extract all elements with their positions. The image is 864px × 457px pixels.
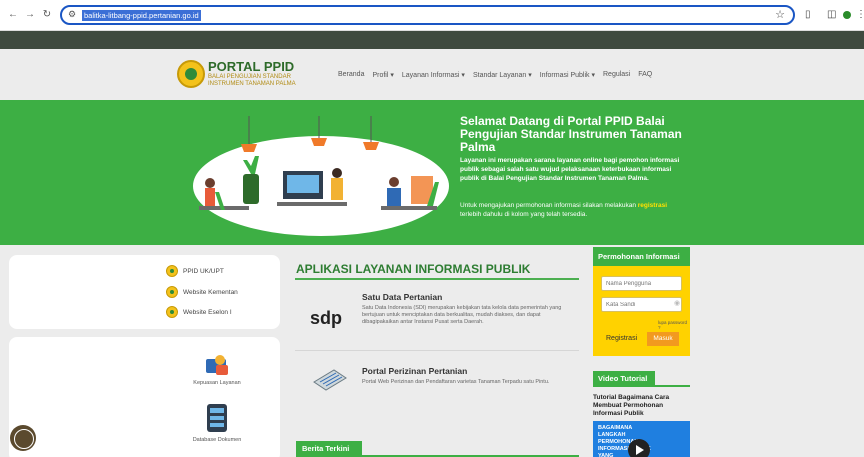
hero-description: Layanan ini merupakan sarana layanan onl… [460,157,680,182]
menu-standar-layanan[interactable]: Standar Layanan ▾ [473,71,532,79]
app-divider [295,350,579,351]
url-text[interactable]: balitka-litbang-ppid.pertanian.go.id [82,10,201,21]
video-underline [655,385,690,387]
menu-faq[interactable]: FAQ [638,71,652,79]
register-button[interactable]: Registrasi [606,335,637,342]
kementan-mini-logo-icon [166,286,178,298]
video-heading: Video Tutorial [593,371,655,387]
ppid-mini-logo-icon [166,265,178,277]
site-header: PORTAL PPID BALAI PENGUJIAN STANDAR INST… [0,49,864,100]
link-website-eselon[interactable]: Website Eselon I [166,306,232,318]
video-thumbnail[interactable]: BAGAIMANA LANGKAH PERMOHONAN INFORMASI P… [593,421,690,457]
login-button[interactable]: Masuk [647,332,679,346]
app-perizinan-title[interactable]: Portal Perizinan Pertanian [362,366,467,376]
password-input[interactable] [601,297,682,312]
links-card [9,255,280,329]
hero-note-text: Untuk mengajukan permohonan informasi si… [460,202,638,209]
menu-regulasi[interactable]: Regulasi [603,71,630,79]
app-satu-data-title[interactable]: Satu Data Pertanian [362,292,442,302]
menu-dots-icon[interactable]: ⋮ [856,9,864,20]
link-label: Website Kementan [183,288,238,296]
username-input[interactable] [601,276,682,291]
database-document-icon[interactable] [206,403,228,433]
hero-banner: Selamat Datang di Portal PPID Balai Peng… [0,100,864,245]
video-title[interactable]: Tutorial Bagaimana Cara Membuat Permohon… [593,394,693,418]
menu-profil[interactable]: Profil ▾ [372,71,393,79]
show-password-icon[interactable]: ◉ [674,299,680,307]
hero-note: Untuk mengajukan permohonan informasi si… [460,201,690,219]
extensions-icon[interactable]: ▯ [805,9,811,20]
hero-title: Selamat Datang di Portal PPID Balai Peng… [460,114,682,154]
survey-person-icon[interactable] [204,353,232,377]
section-underline [295,278,579,280]
accessibility-float-button[interactable] [10,425,36,451]
link-ppid-uk-upt[interactable]: PPID UK/UPT [166,265,224,277]
play-icon[interactable] [628,439,650,457]
news-tab[interactable]: Berita Terkini [296,441,362,457]
brand-subtitle: BALAI PENGUJIAN STANDAR INSTRUMEN TANAMA… [208,74,296,87]
eselon-mini-logo-icon [166,306,178,318]
ppid-logo[interactable] [177,60,205,88]
sdp-logo[interactable]: sdp [310,304,348,330]
forward-icon[interactable]: → [24,9,36,21]
link-label: Website Eselon I [183,308,232,316]
login-heading: Permohonan Informasi [593,247,690,266]
browser-chrome: ← → ↻ ⚙ balitka-litbang-ppid.pertanian.g… [0,0,864,31]
top-band [0,31,864,49]
reload-icon[interactable]: ↻ [41,9,53,21]
sdp-logo-text: sdp [310,308,342,328]
link-label: PPID UK/UPT [183,267,224,275]
hero-note-text-end: terlebih dahulu di kolom yang telah ters… [460,211,588,218]
service-kepuasan-label[interactable]: Kepuasan Layanan [177,380,257,386]
bookmark-star-icon[interactable]: ☆ [775,8,785,21]
site-info-icon[interactable]: ⚙ [68,9,76,20]
forgot-password-link[interactable]: lupa password ? [658,320,690,330]
main-menu: Beranda Profil ▾ Layanan Informasi ▾ Sta… [338,71,652,79]
register-link[interactable]: registrasi [638,202,667,209]
link-website-kementan[interactable]: Website Kementan [166,286,238,298]
service-database-label[interactable]: Database Dokumen [177,437,257,443]
sidepanel-icon[interactable]: ◫ [827,9,836,20]
brand-title: PORTAL PPID [208,59,295,74]
address-bar[interactable]: ⚙ balitka-litbang-ppid.pertanian.go.id ☆ [60,5,795,25]
section-title: APLIKASI LAYANAN INFORMASI PUBLIK [296,262,531,276]
login-box: ◉ lupa password ? Registrasi Masuk [593,266,690,356]
app-satu-data-desc: Satu Data Indonesia (SDI) merupakan kebi… [362,305,562,325]
menu-informasi-publik[interactable]: Informasi Publik ▾ [540,71,595,79]
menu-layanan-informasi[interactable]: Layanan Informasi ▾ [402,71,465,79]
office-illustration [193,116,449,236]
back-icon[interactable]: ← [7,9,19,21]
app-perizinan-desc: Portal Web Perizinan dan Pendaftaran var… [362,379,550,385]
perizinan-icon[interactable] [312,366,348,392]
menu-beranda[interactable]: Beranda [338,71,364,79]
profile-avatar[interactable] [843,11,851,19]
